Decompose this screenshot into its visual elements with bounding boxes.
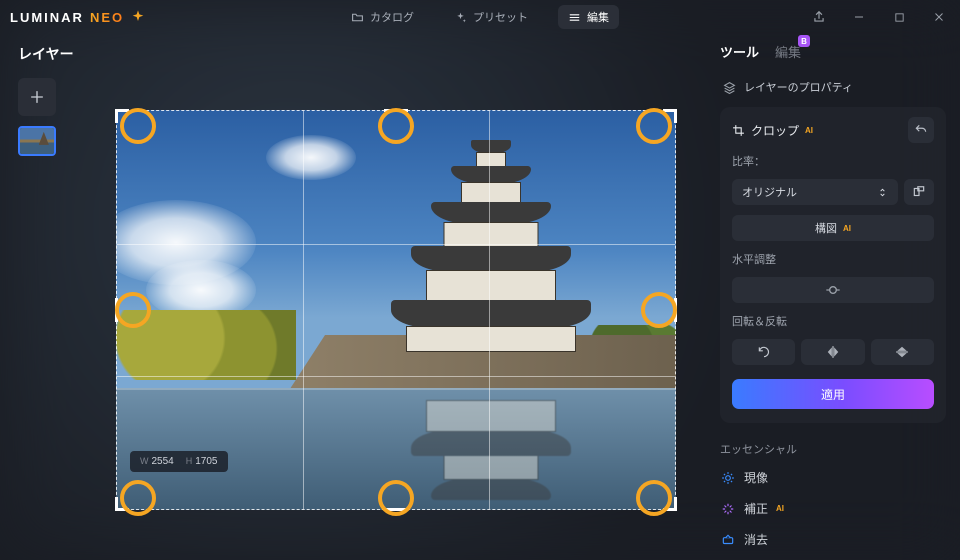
window-controls bbox=[804, 3, 954, 31]
plus-icon bbox=[29, 89, 45, 105]
minimize-icon bbox=[853, 11, 865, 23]
crop-panel: クロップ AI 比率： オリジナル 構図 AI 水 bbox=[720, 107, 946, 423]
maximize-button[interactable] bbox=[884, 3, 914, 31]
ratio-label: 比率： bbox=[732, 153, 934, 169]
tool-enhance[interactable]: 補正 AI bbox=[720, 494, 946, 523]
logo-text-luminar: LUMINAR bbox=[10, 10, 84, 25]
layer-properties-row[interactable]: レイヤーのプロパティ bbox=[720, 73, 946, 101]
dim-h-value: 1705 bbox=[195, 456, 217, 467]
flip-h-button[interactable] bbox=[801, 339, 864, 365]
crop-title: クロップ bbox=[751, 122, 799, 139]
horizon-slider[interactable] bbox=[732, 277, 934, 303]
minimize-button[interactable] bbox=[844, 3, 874, 31]
sliders-icon bbox=[568, 11, 581, 24]
sun-icon bbox=[720, 471, 736, 485]
beta-badge: B bbox=[798, 35, 810, 47]
ratio-select[interactable]: オリジナル bbox=[732, 179, 898, 205]
nav-edit[interactable]: 編集 bbox=[558, 5, 619, 29]
chevrons-icon bbox=[877, 187, 888, 198]
share-icon bbox=[812, 10, 826, 24]
essentials-section: エッセンシャル 現像 補正 AI 消去 bbox=[720, 441, 946, 554]
logo-text-neo: NEO bbox=[90, 10, 124, 25]
nav-presets[interactable]: プリセット bbox=[444, 5, 538, 29]
layers-panel: レイヤー bbox=[0, 34, 80, 560]
undo-icon bbox=[914, 123, 928, 137]
level-icon bbox=[825, 282, 841, 298]
tool-develop[interactable]: 現像 bbox=[720, 463, 946, 492]
dimensions-badge: W2554 H1705 bbox=[130, 451, 228, 472]
swap-ratio-button[interactable] bbox=[904, 179, 934, 205]
swap-orientation-icon bbox=[912, 185, 926, 199]
undo-button[interactable] bbox=[908, 117, 934, 143]
flip-v-button[interactable] bbox=[871, 339, 934, 365]
tool-erase[interactable]: 消去 bbox=[720, 525, 946, 554]
right-panel: ツール 編集 B レイヤーのプロパティ クロップ AI 比率： bbox=[712, 34, 960, 560]
layer-properties-label: レイヤーのプロパティ bbox=[744, 79, 853, 95]
tool-enhance-label: 補正 bbox=[744, 500, 768, 517]
apply-label: 適用 bbox=[821, 386, 845, 403]
essentials-title: エッセンシャル bbox=[720, 441, 946, 457]
layers-title: レイヤー bbox=[18, 44, 80, 64]
close-icon bbox=[933, 11, 945, 23]
close-button[interactable] bbox=[924, 3, 954, 31]
canvas-area: W2554 H1705 bbox=[80, 34, 712, 560]
tool-develop-label: 現像 bbox=[744, 469, 768, 486]
photo-preview bbox=[116, 110, 676, 510]
composition-button[interactable]: 構図 AI bbox=[732, 215, 934, 241]
nav-edit-label: 編集 bbox=[587, 9, 609, 25]
sparkle-icon bbox=[454, 11, 467, 24]
nav-catalog[interactable]: カタログ bbox=[341, 5, 424, 29]
apply-button[interactable]: 適用 bbox=[732, 379, 934, 409]
rotate-button[interactable] bbox=[732, 339, 795, 365]
layers-icon bbox=[722, 81, 736, 94]
dim-h-label: H bbox=[186, 456, 193, 466]
canvas[interactable]: W2554 H1705 bbox=[116, 110, 676, 510]
logo-emblem-icon bbox=[130, 9, 146, 25]
tab-tools[interactable]: ツール bbox=[720, 42, 759, 61]
folder-icon bbox=[351, 11, 364, 24]
right-tabs: ツール 編集 B bbox=[720, 42, 946, 61]
nav-presets-label: プリセット bbox=[473, 9, 528, 25]
erase-icon bbox=[720, 533, 736, 547]
dim-w-value: 2554 bbox=[152, 456, 174, 467]
rotflip-label: 回転＆反転 bbox=[732, 313, 934, 329]
dim-w-label: W bbox=[140, 456, 149, 466]
titlebar: LUMINAR NEO カタログ プリセット 編集 bbox=[0, 0, 960, 34]
top-nav: カタログ プリセット 編集 bbox=[341, 5, 619, 29]
ai-tag-2: AI bbox=[843, 224, 851, 233]
horizon-label: 水平調整 bbox=[732, 251, 934, 267]
share-button[interactable] bbox=[804, 3, 834, 31]
flip-horizontal-icon bbox=[825, 345, 841, 359]
ai-tag-3: AI bbox=[776, 504, 784, 513]
maximize-icon bbox=[894, 12, 905, 23]
rotate-icon bbox=[757, 345, 771, 359]
nav-catalog-label: カタログ bbox=[370, 9, 414, 25]
flip-vertical-icon bbox=[895, 344, 909, 360]
add-layer-button[interactable] bbox=[18, 78, 56, 116]
ai-tag: AI bbox=[805, 126, 813, 135]
enhance-icon bbox=[720, 502, 736, 516]
app-logo: LUMINAR NEO bbox=[10, 9, 146, 25]
tool-erase-label: 消去 bbox=[744, 531, 768, 548]
ratio-value: オリジナル bbox=[742, 184, 797, 200]
composition-label: 構図 bbox=[815, 220, 837, 236]
crop-icon bbox=[732, 124, 745, 137]
layer-thumbnail[interactable] bbox=[18, 126, 56, 156]
